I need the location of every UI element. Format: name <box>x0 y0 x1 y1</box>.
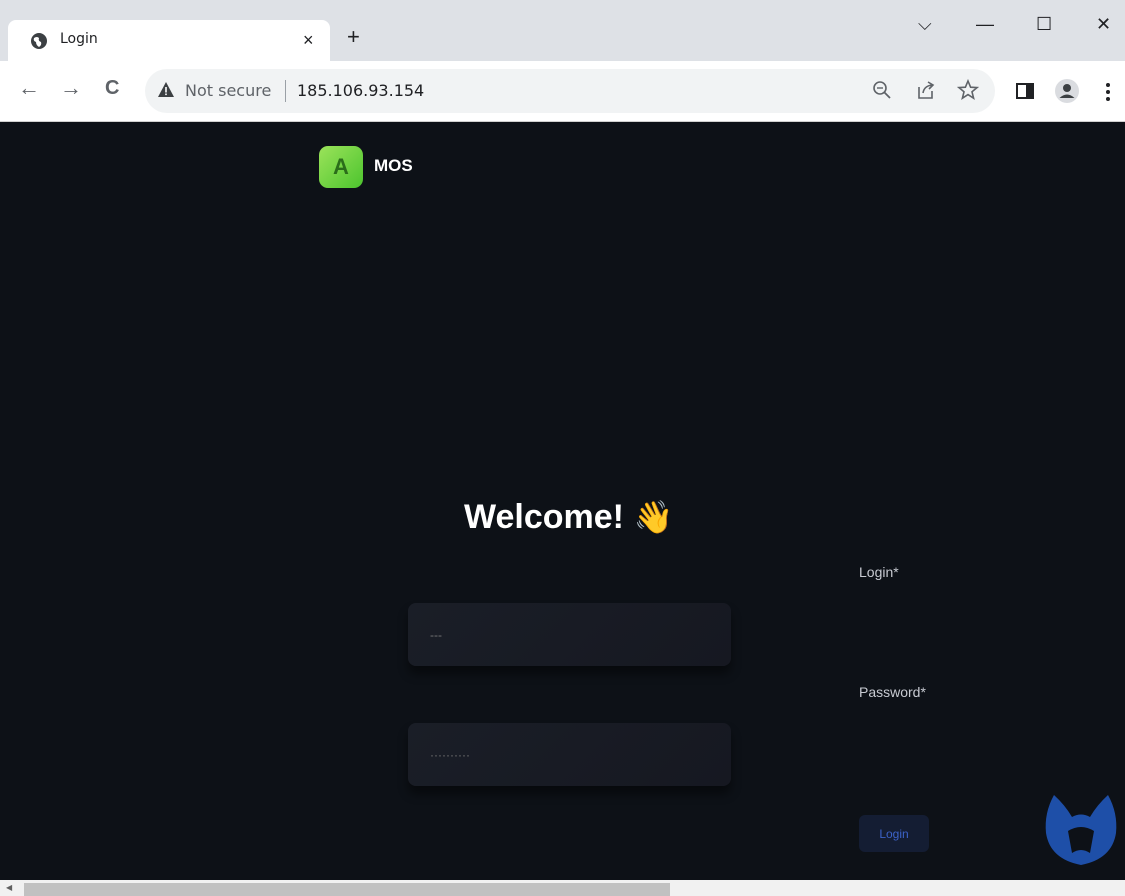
address-bar[interactable]: Not secure 185.106.93.154 <box>145 69 995 113</box>
tab-search-dropdown-icon[interactable]: ⌵ <box>918 14 932 35</box>
forward-button[interactable]: → <box>60 77 82 99</box>
login-label: Login* <box>859 564 899 580</box>
zoom-icon[interactable] <box>871 79 893 101</box>
horizontal-scrollbar[interactable]: ◀ <box>0 880 1125 896</box>
scroll-left-icon[interactable]: ◀ <box>6 883 12 892</box>
globe-icon <box>31 33 47 49</box>
password-label: Password* <box>859 684 926 700</box>
password-input[interactable] <box>408 723 731 786</box>
back-button[interactable]: ← <box>18 77 40 99</box>
tab-title: Login <box>60 31 98 47</box>
profile-icon[interactable] <box>1054 78 1080 104</box>
star-icon[interactable] <box>957 79 979 101</box>
page-title: Welcome! 👋 <box>464 498 673 537</box>
tab-close-icon[interactable]: × <box>303 30 314 51</box>
url-text[interactable]: 185.106.93.154 <box>297 81 424 100</box>
browser-titlebar: Login × + ⌵ — ☐ ✕ <box>0 0 1125 61</box>
not-secure-label[interactable]: Not secure <box>185 81 271 100</box>
malwarebytes-icon[interactable] <box>1042 787 1120 867</box>
reload-button[interactable]: C <box>105 77 119 99</box>
welcome-text: Welcome! <box>464 498 624 536</box>
waving-hand-icon: 👋 <box>633 499 674 535</box>
app-name: MOS <box>374 156 413 175</box>
omnibox-separator <box>285 80 286 102</box>
new-tab-button[interactable]: + <box>347 26 360 48</box>
side-panel-icon[interactable] <box>1015 81 1035 101</box>
menu-icon[interactable] <box>1102 81 1114 103</box>
browser-toolbar: ← → C Not secure 185.106.93.154 <box>0 61 1125 122</box>
share-icon[interactable] <box>915 79 937 101</box>
login-input[interactable] <box>408 603 731 666</box>
page-content: A MOS Welcome! 👋 Login* Password* Login <box>8 122 1125 880</box>
close-window-button[interactable]: ✕ <box>1096 14 1111 35</box>
login-button[interactable]: Login <box>859 815 929 852</box>
minimize-button[interactable]: — <box>976 14 994 35</box>
app-logo[interactable]: A <box>319 146 363 188</box>
warning-icon[interactable] <box>157 81 175 99</box>
scrollbar-thumb[interactable] <box>24 883 670 896</box>
maximize-button[interactable]: ☐ <box>1036 14 1052 35</box>
browser-tab[interactable]: Login × <box>8 20 330 61</box>
